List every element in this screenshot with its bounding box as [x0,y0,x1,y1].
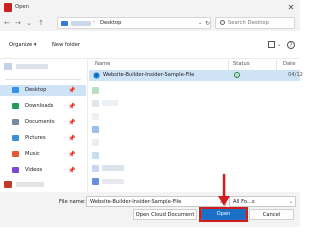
address-bar: ← → ⌄ ↑ › Desktop ⌄ ↻ Search Desktop [0,15,300,31]
title-bar: Open ✕ [0,0,300,15]
table-row[interactable] [92,87,99,94]
chevron-down-icon[interactable]: ⌄ [289,199,293,205]
help-icon[interactable]: ? [287,41,295,49]
sidebar-item-label: Documents [25,119,55,125]
column-header-status[interactable]: Status [233,61,250,67]
folder-icon [61,21,68,26]
videos-icon [12,167,19,173]
address-field[interactable]: › Desktop ⌄ ↻ [57,17,211,29]
breadcrumb-separator: › [93,19,95,25]
sidebar-item-label: Downloads [25,103,54,109]
file-type-select[interactable]: All Fo...s ⌄ [229,196,296,207]
file-name-value: Website-Builder-Insider-Sample-File [90,199,182,205]
blurred-label [16,64,48,69]
file-name-field[interactable]: Website-Builder-Insider-Sample-File ⌄ [86,196,226,207]
file-type-value: All Fo...s [233,199,255,205]
blurred-label [102,100,118,106]
breadcrumb-desktop[interactable]: Desktop [100,20,121,26]
downloads-icon [12,103,19,109]
sidebar-item-label: Pictures [25,135,46,141]
sidebar-item-label: Desktop [25,87,47,93]
pictures-icon [12,135,19,141]
desktop-icon [12,87,19,93]
table-row[interactable] [92,113,99,120]
address-dropdown-icon[interactable]: ⌄ [198,20,202,26]
chevron-down-icon[interactable]: ⌄ [219,199,223,205]
documents-icon [12,119,19,125]
chevron-down-icon[interactable]: ⌄ [277,42,281,48]
file-date-cell: 04/12 [288,72,303,78]
sidebar-item-label: Music [25,151,40,157]
sidebar-item-label: Videos [25,167,43,173]
annotation-highlight-box [199,207,248,222]
file-name-label: File name: [59,199,86,205]
blurred-label [102,179,124,184]
search-input[interactable]: Search Desktop [215,17,295,29]
blurred-label [102,165,124,171]
button-label: Cancel [262,212,281,218]
blurred-path-segment [71,21,91,26]
forward-button[interactable]: → [14,18,22,28]
sidebar-item-videos[interactable]: Videos 📌 [0,165,86,176]
pin-icon: 📌 [68,119,76,126]
blurred-label [16,182,44,187]
file-name-cell: Website-Builder-Insider-Sample-File [103,72,195,78]
view-options-icon[interactable] [268,41,275,48]
back-button[interactable]: ← [3,18,11,28]
search-placeholder: Search Desktop [228,20,269,26]
cancel-button[interactable]: Cancel [249,209,294,220]
table-row[interactable] [92,126,99,133]
sidebar-item-downloads[interactable]: Downloads 📌 [0,101,86,112]
refresh-icon[interactable]: ↻ [205,20,210,27]
column-header-name[interactable]: Name [95,61,110,67]
window-title: Open [15,4,29,10]
pin-icon: 📌 [68,151,76,158]
search-icon [220,20,225,25]
sidebar-item-pictures[interactable]: Pictures 📌 [0,133,86,144]
up-button[interactable]: ↑ [37,18,45,28]
pin-icon: 📌 [68,135,76,142]
edge-html-file-icon [93,72,100,79]
sidebar-item-blurred[interactable] [0,61,86,72]
table-row[interactable] [92,100,99,107]
organize-button[interactable]: Organize ▾ [9,42,37,48]
file-list: Name Status Date Website-Builder-Insider… [89,60,303,192]
column-header-date[interactable]: Date [283,61,295,67]
recent-locations-button[interactable]: ⌄ [25,18,33,28]
music-icon [12,151,19,157]
pin-icon: 📌 [68,167,76,174]
open-cloud-document-button[interactable]: Open Cloud Document [133,209,197,220]
pin-icon: 📌 [68,87,76,94]
sidebar-item-documents[interactable]: Documents 📌 [0,117,86,128]
sidebar-item-desktop[interactable]: Desktop 📌 [0,85,86,96]
toolbar: Organize ▾ New folder ⌄ ? [0,31,300,59]
table-row[interactable] [92,139,99,146]
app-icon [4,3,12,12]
table-row-selected[interactable]: Website-Builder-Insider-Sample-File ✓ 04… [89,70,303,81]
sidebar-item-music[interactable]: Music 📌 [0,149,86,160]
button-label: Open Cloud Document [135,212,195,218]
navigation-pane: Desktop 📌 Downloads 📌 Documents 📌 Pictur… [0,60,88,192]
cloud-folder-icon [4,63,12,70]
new-folder-button[interactable]: New folder [52,42,80,48]
pin-icon: 📌 [68,103,76,110]
app-folder-icon [4,181,12,188]
sync-status-icon: ✓ [234,72,240,78]
sidebar-divider [5,79,81,80]
dialog-footer: File name: Website-Builder-Insider-Sampl… [0,192,300,227]
table-row[interactable] [92,178,99,185]
close-button[interactable]: ✕ [286,3,296,12]
table-row[interactable] [92,152,99,159]
table-row[interactable] [92,165,99,172]
